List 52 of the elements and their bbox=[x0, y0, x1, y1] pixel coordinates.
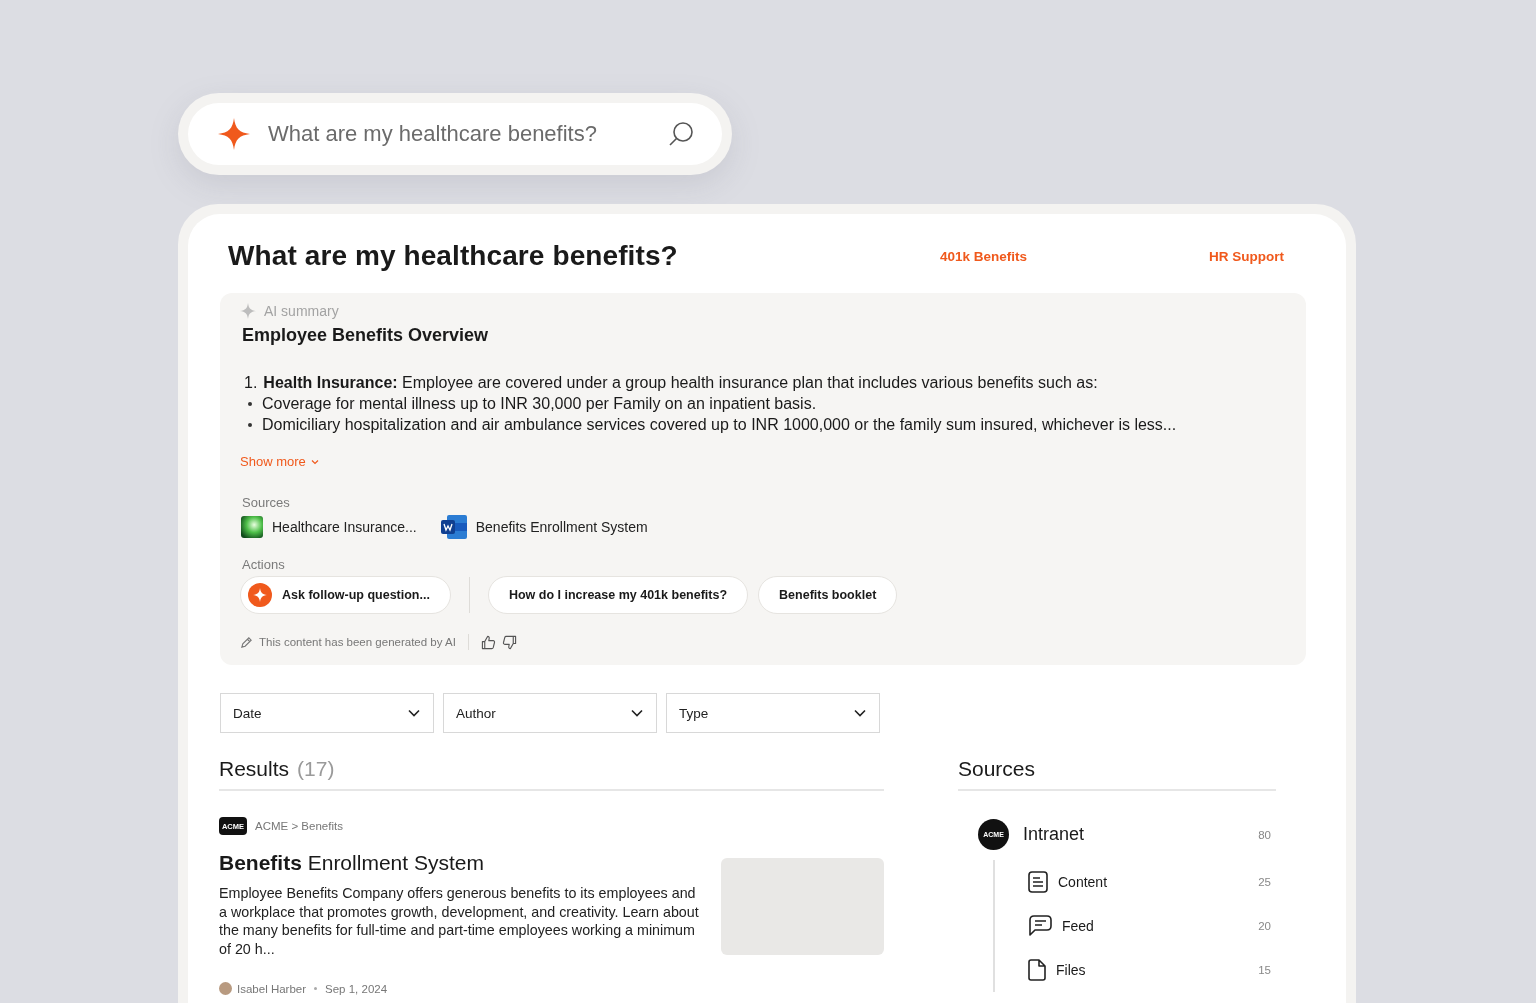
document-icon bbox=[1028, 871, 1048, 893]
filter-dropdown[interactable]: Author bbox=[443, 693, 657, 733]
summary-title: Employee Benefits Overview bbox=[242, 325, 490, 346]
sparkle-icon bbox=[248, 583, 272, 607]
bullet-icon bbox=[248, 401, 252, 406]
list-number: 1. bbox=[244, 373, 258, 393]
filter-dropdown[interactable]: Type bbox=[666, 693, 880, 733]
source-link[interactable]: Benefits Enrollment System bbox=[440, 515, 648, 539]
result-description: Employee Benefits Company offers generous benefits to its employees and a workplace that promotes growth, development, and creativity. Learn about the many benefits for full-time and part-time employees working a minimum of 20 h... bbox=[219, 884, 699, 958]
bullet-icon bbox=[248, 422, 252, 427]
search-input[interactable]: What are my healthcare benefits? bbox=[268, 121, 650, 147]
sparkle-icon bbox=[240, 303, 256, 319]
breadcrumb[interactable]: ACME > Benefits bbox=[255, 820, 343, 832]
ai-disclaimer: This content has been generated by AI bbox=[259, 636, 456, 648]
suggestion-chip[interactable]: How do I increase my 401k benefits? bbox=[487, 576, 749, 614]
sources-heading: Sources bbox=[958, 757, 1036, 781]
author-name: Isabel Harber bbox=[237, 982, 307, 995]
bullet-text: Domiciliary hospitalization and air ambulance services covered up to INR 1000,000 or the family sum insured, whichever is less... bbox=[262, 415, 1177, 435]
source-link[interactable]: Healthcare Insurance... bbox=[241, 516, 417, 538]
file-icon bbox=[1028, 959, 1046, 981]
ai-summary-label: AI summary bbox=[264, 303, 339, 319]
list-text: Health Insurance: Employee are covered under a group health insurance plan that includes various benefits such as: bbox=[263, 373, 1098, 393]
suggestion-chip[interactable]: Benefits booklet bbox=[758, 576, 898, 614]
source-item[interactable]: Feed bbox=[1062, 918, 1259, 934]
source-count: 15 bbox=[1258, 964, 1271, 976]
sparkle-icon bbox=[218, 118, 250, 150]
results-count: (17) bbox=[297, 757, 335, 781]
source-item[interactable]: Files bbox=[1056, 962, 1259, 978]
results-heading: Results bbox=[219, 757, 290, 781]
source-item[interactable]: Content bbox=[1058, 874, 1259, 890]
thumbs-down-icon[interactable] bbox=[501, 634, 517, 650]
separator-dot bbox=[314, 987, 318, 990]
bullet-text: Coverage for mental illness up to INR 30,000 per Family on an inpatient basis. bbox=[262, 394, 817, 414]
result-title[interactable]: Benefits Enrollment System bbox=[219, 851, 699, 875]
chat-bubble-icon bbox=[1028, 915, 1052, 937]
section-label: Sources bbox=[242, 495, 291, 510]
source-count: 80 bbox=[1258, 828, 1271, 841]
source-count: 20 bbox=[1258, 920, 1271, 932]
section-label: Actions bbox=[242, 557, 286, 572]
page-title: What are my healthcare benefits? bbox=[228, 240, 679, 272]
source-group[interactable]: Intranet bbox=[1023, 824, 1259, 845]
document-icon bbox=[440, 515, 467, 539]
pencil-icon bbox=[240, 635, 253, 649]
thumbs-up-icon[interactable] bbox=[480, 634, 496, 650]
search-icon[interactable] bbox=[668, 121, 694, 147]
image-file-icon bbox=[241, 516, 263, 538]
follow-up-button[interactable]: Ask follow-up question... bbox=[240, 576, 451, 614]
result-date: Sep 1, 2024 bbox=[325, 982, 388, 995]
search-field[interactable]: What are my healthcare benefits? bbox=[188, 103, 722, 165]
avatar bbox=[219, 982, 232, 995]
source-count: 25 bbox=[1258, 876, 1271, 888]
filter-dropdown[interactable]: Date bbox=[220, 693, 434, 733]
